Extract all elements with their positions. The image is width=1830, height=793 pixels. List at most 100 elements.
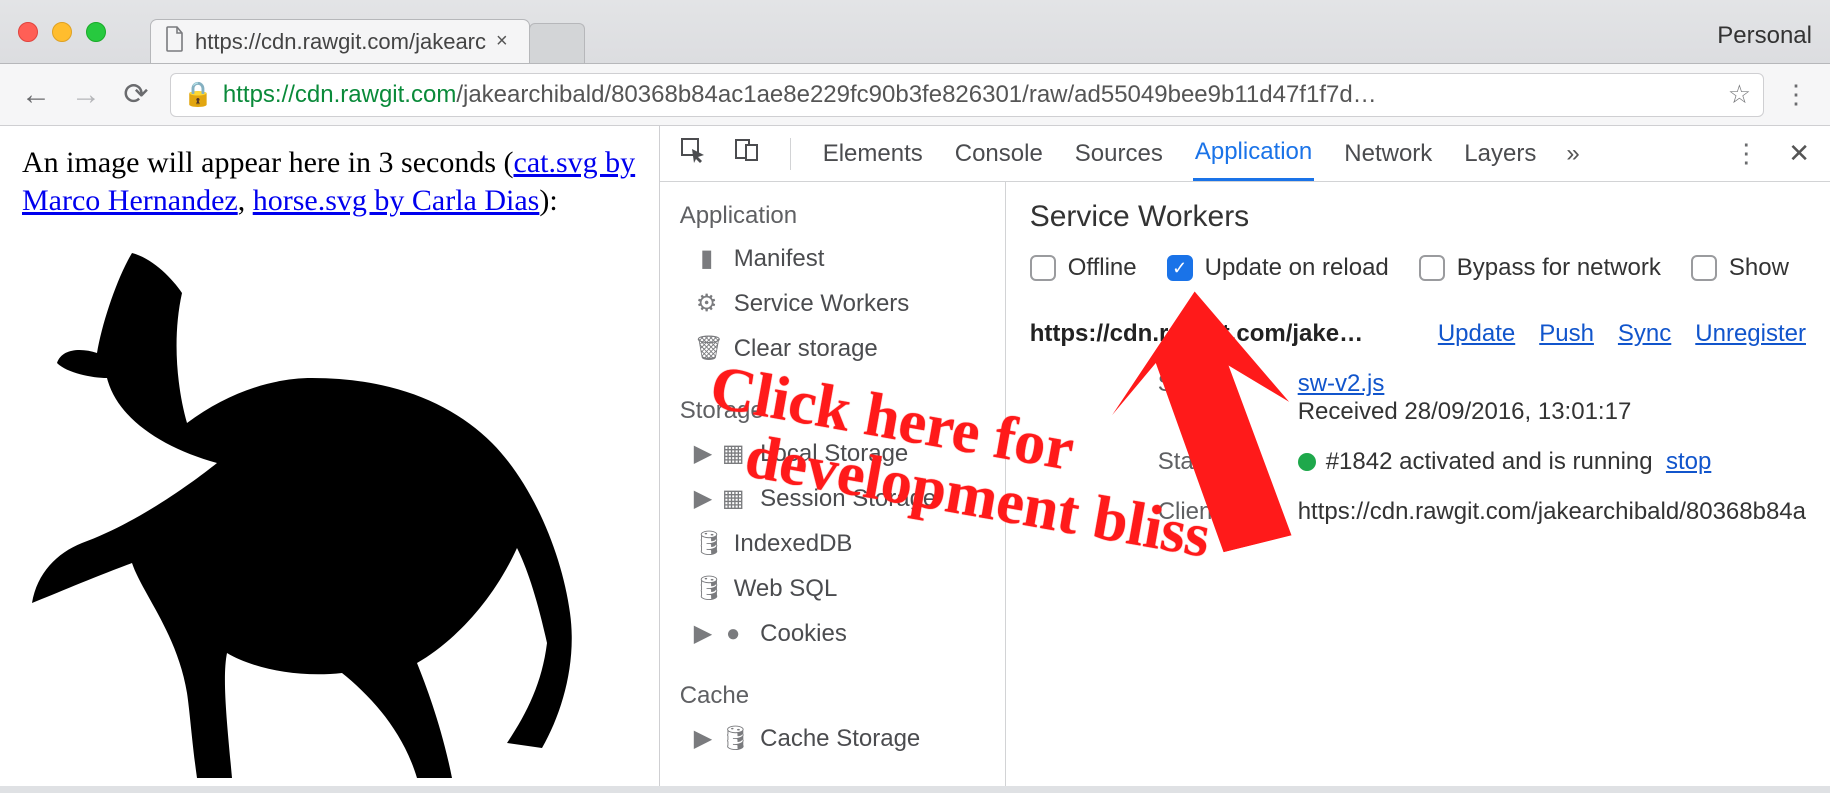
db-icon: 🛢 [720, 724, 746, 753]
link-update[interactable]: Update [1438, 320, 1515, 348]
checkbox-label: Show [1729, 254, 1789, 282]
window-zoom-button[interactable] [86, 22, 106, 42]
devtools-menu-icon[interactable]: ⋮ [1732, 138, 1760, 169]
link-stop[interactable]: stop [1666, 448, 1711, 475]
link-unregister[interactable]: Unregister [1695, 320, 1806, 348]
sidebar-item-label: Cookies [760, 620, 847, 648]
sw-options: Offline Update on reload Bypass for netw… [1030, 254, 1806, 282]
inspect-icon[interactable] [680, 137, 706, 170]
caret-icon: ▶ [694, 724, 712, 753]
sidebar-item-sessionstorage[interactable]: ▶▦Session Storage [660, 476, 1005, 521]
url-scheme: https [223, 81, 275, 108]
sidebar-item-label: Cache Storage [760, 725, 920, 753]
group-cache: Cache [660, 672, 1005, 716]
sidebar-item-cachestorage[interactable]: ▶ 🛢 Cache Storage [660, 716, 1005, 761]
devtools-close-icon[interactable]: ✕ [1788, 138, 1810, 169]
separator [790, 138, 791, 170]
new-tab-button[interactable] [529, 23, 585, 63]
sidebar-item-label: Service Workers [734, 290, 910, 318]
browser-tabstrip: https://cdn.rawgit.com/jakearc × [150, 0, 585, 63]
checkbox-label: Offline [1068, 254, 1137, 282]
intro-text-a: An image will appear here in 3 seconds ( [22, 146, 514, 179]
file-icon: ▮ [694, 244, 720, 273]
horse-image [22, 223, 637, 793]
browser-tab-active[interactable]: https://cdn.rawgit.com/jakearc × [150, 19, 530, 63]
link-sync[interactable]: Sync [1618, 320, 1671, 348]
forward-button: → [70, 78, 102, 112]
sidebar-item-label: Web SQL [734, 575, 838, 603]
sw-origin: https://cdn.rawgit.com/jake… [1030, 320, 1363, 348]
tab-title: https://cdn.rawgit.com/jakearc [195, 29, 486, 55]
intro-sep: , [238, 184, 253, 217]
sidebar-item-manifest[interactable]: ▮Manifest [660, 236, 1005, 281]
checkbox-icon [1691, 255, 1717, 281]
label-source: Source [1158, 370, 1278, 426]
sidebar-item-label: Local Storage [760, 440, 908, 468]
devtools-main: Service Workers Offline Update on reload… [1006, 182, 1830, 786]
checkbox-icon [1167, 255, 1193, 281]
sidebar-item-localstorage[interactable]: ▶ ▦ Local Storage [660, 431, 1005, 476]
status-dot-icon [1298, 453, 1316, 471]
value-status: #1842 activated and is running stop [1298, 448, 1806, 476]
link-source-file[interactable]: sw-v2.js [1298, 370, 1385, 397]
sidebar-item-indexeddb[interactable]: 🛢IndexedDB [660, 521, 1005, 566]
checkbox-offline[interactable]: Offline [1030, 254, 1137, 282]
browser-toolbar: ← → ⟳ 🔒 https://cdn.rawgit.com/jakearchi… [0, 64, 1830, 126]
link-push[interactable]: Push [1539, 320, 1594, 348]
sw-details: Source sw-v2.js Received 28/09/2016, 13:… [1158, 370, 1806, 526]
panel-title: Service Workers [1030, 200, 1806, 234]
cookie-icon: ● [720, 620, 746, 648]
traffic-lights [18, 22, 106, 42]
bookmark-star-icon[interactable]: ☆ [1728, 79, 1751, 110]
tab-layers[interactable]: Layers [1462, 128, 1538, 180]
sw-origin-row: https://cdn.rawgit.com/jake… Update Push… [1030, 320, 1806, 348]
url-host: ://cdn.rawgit.com [275, 81, 456, 108]
text-received: Received 28/09/2016, 13:01:17 [1298, 398, 1632, 425]
address-bar[interactable]: 🔒 https://cdn.rawgit.com/jakearchibald/8… [170, 73, 1764, 117]
sidebar-item-serviceworkers[interactable]: ⚙Service Workers [660, 281, 1005, 326]
browser-menu-icon[interactable]: ⋮ [1782, 79, 1810, 110]
sidebar-item-cookies[interactable]: ▶ ● Cookies [660, 611, 1005, 656]
text-status: #1842 activated and is running [1326, 448, 1653, 475]
sidebar-item-label: Session Storage [760, 485, 936, 513]
group-storage: Storage [660, 387, 1005, 431]
devtools-sidebar: Application ▮Manifest ⚙Service Workers 🗑… [660, 182, 1006, 786]
checkbox-label: Update on reload [1205, 254, 1389, 282]
tab-console[interactable]: Console [953, 128, 1045, 180]
link-horse-svg[interactable]: horse.svg by Carla Dias [253, 184, 540, 217]
window-titlebar: https://cdn.rawgit.com/jakearc × Persona… [0, 0, 1830, 64]
db-icon: 🛢 [694, 529, 720, 558]
checkbox-bypass[interactable]: Bypass for network [1419, 254, 1661, 282]
devtools: Elements Console Sources Application Net… [660, 126, 1830, 786]
profile-label[interactable]: Personal [1717, 22, 1812, 50]
lock-icon: 🔒 [183, 80, 213, 109]
tab-application[interactable]: Application [1193, 126, 1314, 181]
back-button[interactable]: ← [20, 78, 52, 112]
sidebar-item-clearstorage[interactable]: 🗑Clear storage [660, 326, 1005, 371]
tab-elements[interactable]: Elements [821, 128, 925, 180]
devtools-body: Application ▮Manifest ⚙Service Workers 🗑… [660, 182, 1830, 786]
checkbox-icon [1419, 255, 1445, 281]
window-close-button[interactable] [18, 22, 38, 42]
reload-button[interactable]: ⟳ [120, 77, 152, 112]
devtools-tabbar: Elements Console Sources Application Net… [660, 126, 1830, 182]
tab-network[interactable]: Network [1342, 128, 1434, 180]
file-icon [165, 26, 185, 58]
sidebar-item-websql[interactable]: 🛢Web SQL [660, 566, 1005, 611]
page-content: An image will appear here in 3 seconds (… [0, 126, 660, 786]
caret-icon: ▶ [694, 619, 712, 648]
viewport: An image will appear here in 3 seconds (… [0, 126, 1830, 786]
tab-close-icon[interactable]: × [496, 30, 508, 53]
caret-icon: ▶ [694, 439, 712, 468]
tab-overflow[interactable]: » [1566, 140, 1579, 168]
checkbox-show[interactable]: Show [1691, 254, 1789, 282]
label-status: Status [1158, 448, 1278, 476]
url-path: /jakearchibald/80368b84ac1ae8e229fc90b3f… [456, 81, 1376, 108]
value-clients: https://cdn.rawgit.com/jakearchibald/803… [1298, 498, 1806, 526]
device-icon[interactable] [734, 137, 760, 170]
tab-sources[interactable]: Sources [1073, 128, 1165, 180]
window-minimize-button[interactable] [52, 22, 72, 42]
checkbox-update-on-reload[interactable]: Update on reload [1167, 254, 1389, 282]
group-application: Application [660, 192, 1005, 236]
grid-icon: ▦ [720, 439, 746, 468]
